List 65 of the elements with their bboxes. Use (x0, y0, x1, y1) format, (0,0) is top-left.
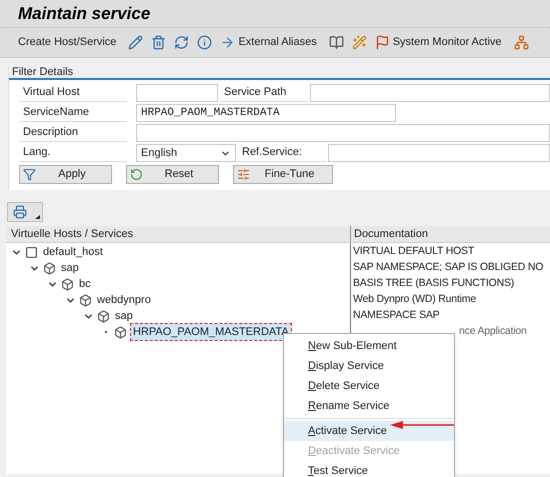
menu-item[interactable]: Display Service (284, 356, 454, 376)
field-label: Lang. (19, 144, 127, 162)
reset-icon (130, 168, 143, 181)
cube-icon (43, 262, 56, 274)
column-header[interactable]: Virtuelle Hosts / Services (6, 226, 351, 242)
tree-item[interactable]: webdynpro (95, 292, 153, 308)
book-icon (328, 35, 344, 50)
info-icon (197, 35, 212, 50)
arrow-icon (220, 35, 236, 50)
toolbar-button[interactable] (514, 35, 529, 50)
trash-icon (151, 35, 166, 50)
toolbar-button[interactable] (151, 35, 166, 50)
toolbar-button[interactable]: Create Host/Service (18, 34, 116, 51)
filter-icon (23, 168, 36, 181)
toolbar-button[interactable] (174, 35, 190, 50)
edit-icon (128, 35, 144, 50)
input-field[interactable] (136, 124, 550, 142)
printer-icon (13, 205, 27, 219)
window-title: Maintain service (18, 2, 150, 25)
table-cell-text: SAP NAMESPACE; SAP IS OBLIGED NO (353, 260, 544, 276)
flag-icon (374, 35, 390, 50)
wand-icon (352, 35, 367, 50)
tree-item[interactable]: bc (77, 276, 93, 292)
table-cell-text: Web Dynpro (WD) Runtime (353, 292, 476, 308)
field-label: ServiceName (19, 104, 127, 122)
tree-item[interactable]: HRPAO_PAOM_MASTERDATA (130, 322, 292, 342)
action-button[interactable]: Fine-Tune (233, 165, 333, 184)
input-field[interactable] (328, 144, 550, 162)
cube-icon (61, 278, 74, 290)
field-label: Ref.Service: (238, 144, 326, 162)
cube-icon (114, 326, 127, 338)
cube-icon (97, 310, 110, 322)
input-field[interactable] (310, 84, 550, 102)
table-cell-text: nce Application (459, 324, 527, 340)
refresh-icon (174, 35, 190, 50)
column-header[interactable]: Documentation (351, 226, 550, 242)
toolbar-button[interactable] (197, 35, 212, 50)
field-label: Description (19, 124, 127, 142)
field-label: Service Path (220, 84, 308, 102)
toolbar-button[interactable]: External Aliases (220, 34, 317, 51)
caret-icon (34, 215, 40, 219)
table-cell-text: NAMESPACE SAP (353, 308, 440, 324)
language-dropdown[interactable]: English (136, 144, 236, 162)
action-button[interactable]: Reset (126, 165, 219, 184)
field-label: Virtual Host (19, 84, 127, 102)
group-title: Filter Details (12, 64, 74, 80)
menu-item[interactable]: Rename Service (284, 396, 454, 416)
annotation-arrow (390, 420, 454, 430)
toolbar-button[interactable] (328, 35, 344, 50)
tree-item[interactable]: sap (59, 260, 81, 276)
menu-item[interactable]: Activate Service (284, 421, 454, 441)
sliders-icon (237, 168, 250, 181)
action-button[interactable]: Apply (19, 165, 112, 184)
hierarchy-icon (514, 35, 529, 50)
cube-icon (79, 294, 92, 306)
tree-item[interactable]: default_host (41, 244, 105, 260)
table-cell-text: BASIS TREE (BASIS FUNCTIONS) (353, 276, 514, 292)
input-field[interactable] (136, 84, 218, 102)
toolbar-button[interactable]: System Monitor Active (374, 34, 502, 51)
toolbar-button[interactable] (128, 35, 144, 50)
input-field[interactable]: HRPAO_PAOM_MASTERDATA (136, 104, 396, 122)
tree-item[interactable]: sap (113, 308, 135, 324)
table-cell-text: VIRTUAL DEFAULT HOST (353, 244, 474, 260)
menu-item[interactable]: Delete Service (284, 376, 454, 396)
menu-item[interactable]: Test Service (284, 461, 454, 477)
